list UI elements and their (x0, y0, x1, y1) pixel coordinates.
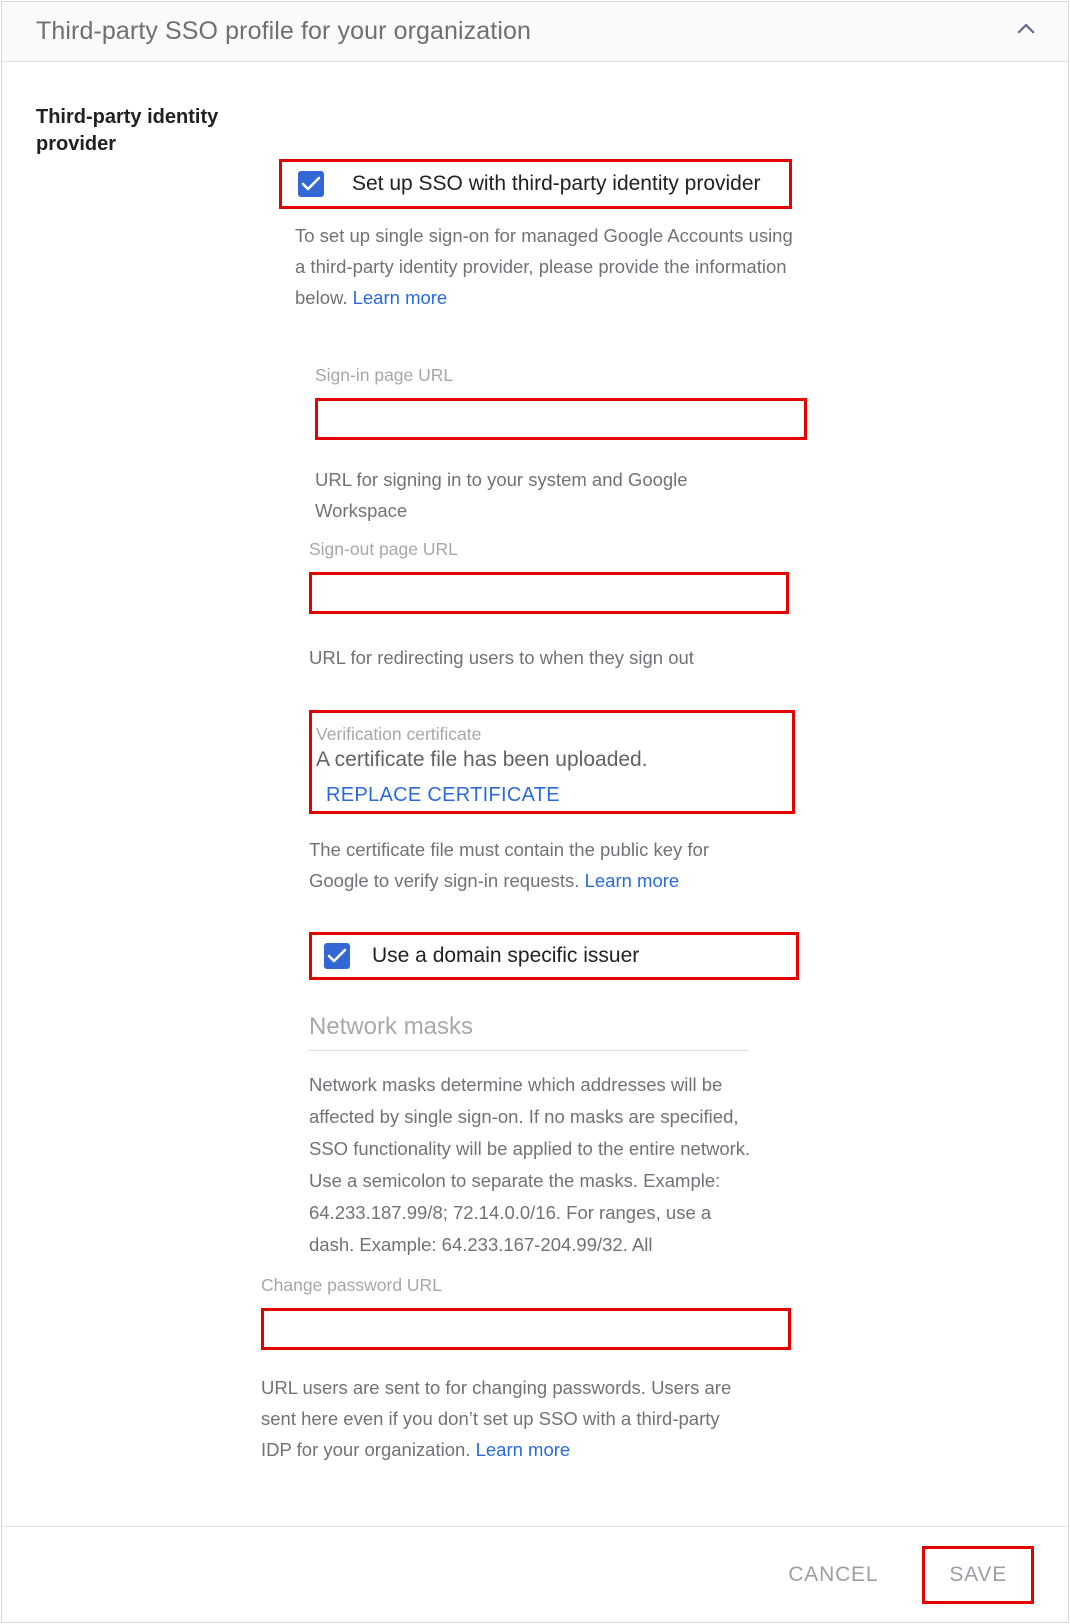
change-password-url-label: Change password URL (261, 1275, 442, 1295)
check-icon (301, 176, 321, 191)
network-masks-group: Network masks Network masks determine wh… (309, 1010, 809, 1261)
save-button[interactable]: SAVE (927, 1553, 1029, 1597)
signout-url-input[interactable] (309, 572, 789, 614)
signout-url-field-group: Sign-out page URL URL for redirecting us… (309, 538, 869, 673)
sso-settings-screen: Third-party SSO profile for your organiz… (0, 0, 1070, 1624)
section-label-column: Third-party identity provider (2, 62, 247, 1526)
verification-certificate-group: Verification certificate A certificate f… (309, 710, 869, 896)
section-label: Third-party identity provider (36, 106, 219, 155)
change-password-url-field-group: Change password URL URL users are sent t… (261, 1274, 821, 1465)
save-button-highlight: SAVE (922, 1545, 1034, 1604)
change-password-url-helper: URL users are sent to for changing passw… (261, 1372, 741, 1465)
domain-specific-issuer-label: Use a domain specific issuer (372, 944, 640, 967)
intro-learn-more-link[interactable]: Learn more (353, 287, 448, 308)
card-footer: CANCEL SAVE (2, 1526, 1068, 1622)
network-masks-divider (309, 1050, 749, 1051)
certificate-status-text: A certificate file has been uploaded. (316, 748, 648, 771)
check-icon (327, 948, 347, 963)
card-body: Third-party identity provider Set up SSO… (2, 62, 1068, 1526)
cancel-button[interactable]: CANCEL (766, 1553, 900, 1597)
signin-url-label: Sign-in page URL (315, 365, 454, 385)
verification-certificate-label: Verification certificate (316, 724, 482, 744)
intro-paragraph: To set up single sign-on for managed Goo… (295, 220, 795, 313)
setup-sso-checkbox[interactable] (298, 171, 324, 197)
certificate-helper: The certificate file must contain the pu… (309, 834, 739, 896)
signin-url-field-group: Sign-in page URL URL for signing in to y… (315, 364, 875, 526)
signout-url-helper: URL for redirecting users to when they s… (309, 647, 694, 668)
verification-certificate-box: Verification certificate A certificate f… (309, 710, 795, 814)
collapse-section-button[interactable] (1008, 14, 1044, 50)
signout-url-label: Sign-out page URL (309, 539, 458, 559)
domain-specific-issuer-checkbox-row[interactable]: Use a domain specific issuer (309, 932, 799, 980)
setup-sso-checkbox-row[interactable]: Set up SSO with third-party identity pro… (279, 159, 792, 209)
card-header: Third-party SSO profile for your organiz… (2, 2, 1068, 62)
chevron-up-icon (1013, 16, 1039, 47)
certificate-learn-more-link[interactable]: Learn more (585, 870, 680, 891)
replace-certificate-button[interactable]: REPLACE CERTIFICATE (326, 784, 560, 807)
change-password-url-input[interactable] (261, 1308, 791, 1350)
setup-sso-checkbox-label: Set up SSO with third-party identity pro… (352, 172, 761, 195)
page-title: Third-party SSO profile for your organiz… (36, 17, 531, 45)
signin-url-input[interactable] (315, 398, 807, 440)
section-content-column: Set up SSO with third-party identity pro… (247, 62, 1068, 1526)
sso-profile-card: Third-party SSO profile for your organiz… (1, 1, 1069, 1623)
network-masks-title: Network masks (309, 1013, 474, 1040)
change-password-learn-more-link[interactable]: Learn more (476, 1439, 571, 1460)
signin-url-helper: URL for signing in to your system and Go… (315, 469, 688, 521)
domain-specific-issuer-checkbox[interactable] (324, 943, 350, 969)
network-masks-description: Network masks determine which addresses … (309, 1074, 751, 1255)
